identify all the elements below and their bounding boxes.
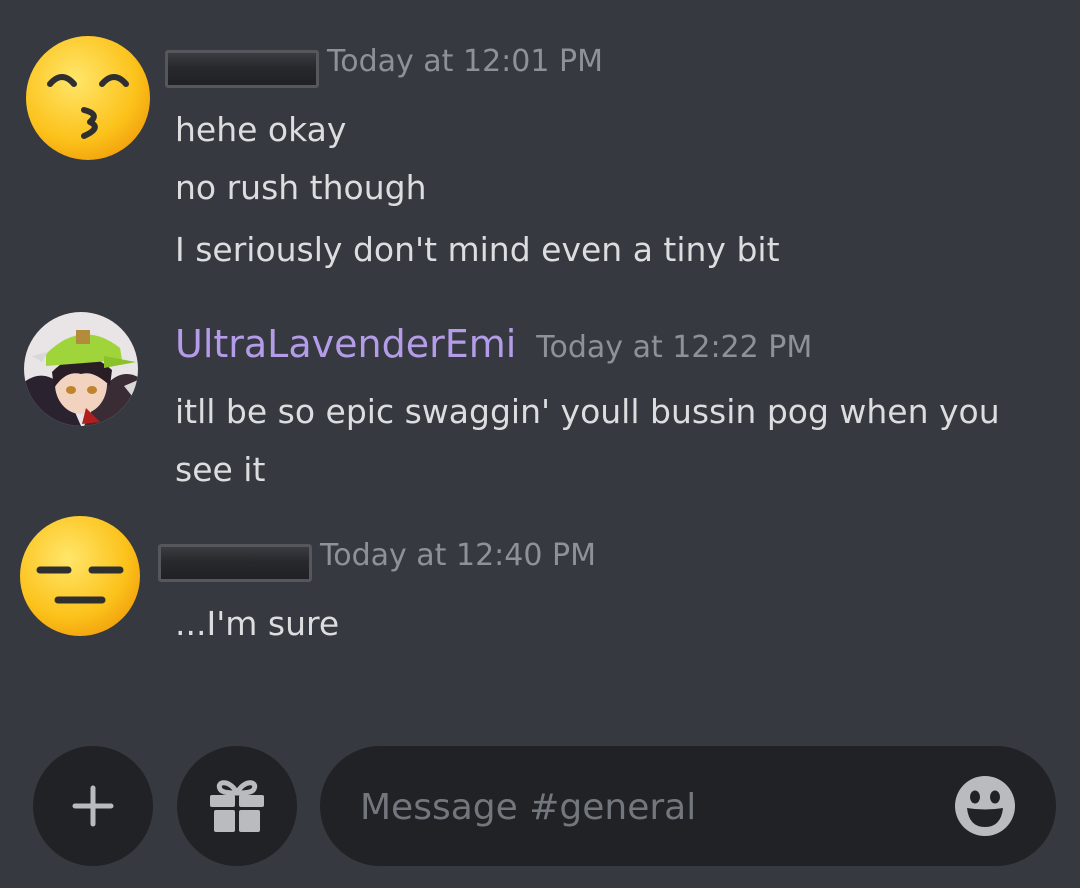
gift-button[interactable] (177, 746, 297, 866)
message-text: no rush though (175, 168, 427, 207)
message-input[interactable] (358, 776, 922, 838)
message-header: Today at 12:40 PM (158, 538, 596, 586)
redacted-username[interactable] (158, 544, 312, 582)
chat-screen: Today at 12:01 PM hehe okay no rush thou… (0, 0, 1080, 888)
timestamp: Today at 12:22 PM (536, 330, 813, 365)
timestamp: Today at 12:01 PM (327, 44, 603, 79)
message-input-container[interactable] (320, 746, 1056, 866)
plus-icon (72, 785, 114, 827)
message-text: ...I'm sure (175, 604, 340, 643)
redacted-username[interactable] (165, 50, 319, 88)
expressionless-face-emoji-icon[interactable] (18, 514, 142, 638)
anime-character-avatar-icon[interactable] (24, 312, 138, 426)
kissing-face-emoji-icon[interactable] (24, 34, 152, 162)
message-composer (0, 746, 1080, 866)
message-text: itll be so epic swaggin' youll bussin po… (175, 392, 1000, 431)
emoji-picker-button[interactable] (954, 775, 1016, 837)
add-attachment-button[interactable] (33, 746, 153, 866)
message-header: Today at 12:01 PM (165, 44, 603, 92)
message-text: hehe okay (175, 110, 347, 149)
username[interactable]: UltraLavenderEmi (175, 322, 516, 366)
gift-icon (210, 780, 264, 832)
message-header: UltraLavenderEmi Today at 12:22 PM (175, 322, 812, 370)
timestamp: Today at 12:40 PM (320, 538, 596, 573)
message-text: see it (175, 450, 266, 489)
smiley-face-icon (955, 776, 1015, 836)
message-text: I seriously don't mind even a tiny bit (175, 230, 780, 269)
